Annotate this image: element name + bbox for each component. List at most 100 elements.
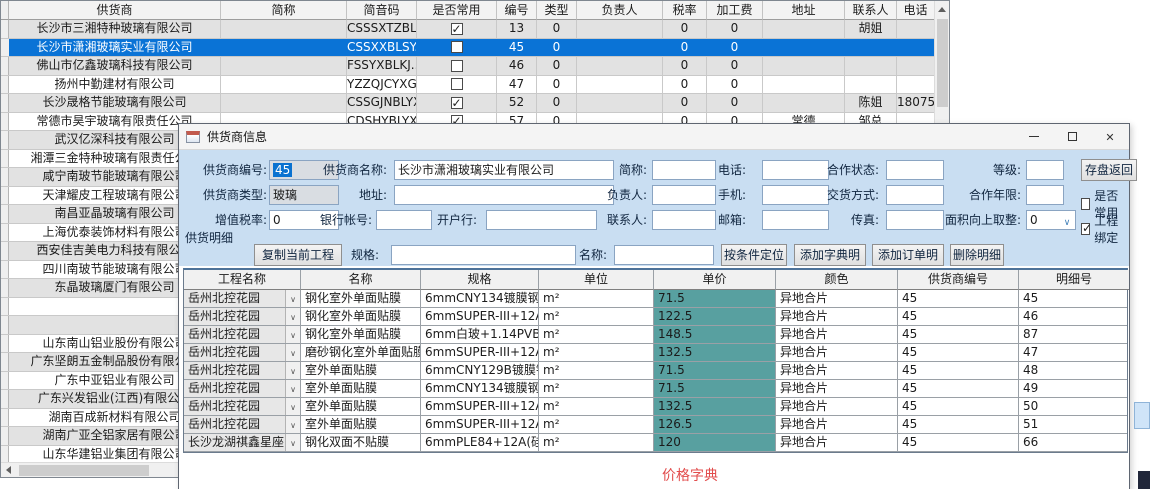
col-header-address[interactable]: 地址 — [763, 1, 845, 20]
project-combobox[interactable]: 岳州北控花园 — [184, 308, 301, 325]
col-header-phone[interactable]: 电话 — [897, 1, 934, 20]
cell-manager — [577, 94, 663, 112]
add-order-detail-button[interactable]: 添加订单明细 — [872, 244, 944, 266]
chevron-down-icon[interactable] — [285, 416, 300, 433]
supplier-row[interactable]: 长沙市潇湘玻璃实业有限公司 CSSXXBLSY... 45 0 0 0 — [1, 39, 949, 58]
cell-abbr — [221, 39, 347, 57]
col-header-type[interactable]: 类型 — [537, 1, 577, 20]
project-combobox[interactable]: 长沙龙湖祺鑫星座 — [184, 434, 301, 451]
col-header-supplier[interactable]: 供货商 — [9, 1, 221, 20]
common-checkbox[interactable] — [451, 60, 463, 72]
detail-row[interactable]: 岳州北控花园 磨砂钢化室外单面贴膜 6mmSUPER-III+12A(硅... … — [184, 344, 1127, 362]
detail-col-name[interactable]: 名称 — [301, 270, 421, 290]
col-header-fee[interactable]: 加工费 — [707, 1, 763, 20]
row-header — [1, 261, 9, 279]
col-header-tax[interactable]: 税率 — [663, 1, 707, 20]
grade-input[interactable] — [1026, 160, 1064, 180]
project-combobox[interactable]: 岳州北控花园 — [184, 398, 301, 415]
common-checkbox[interactable] — [451, 23, 463, 35]
cell-detail-color: 异地合片 — [776, 290, 898, 307]
col-header-common[interactable]: 是否常用 — [417, 1, 497, 20]
row-header — [1, 131, 9, 149]
chevron-down-icon[interactable] — [285, 380, 300, 397]
copy-current-project-button[interactable]: 复制当前工程 — [254, 244, 342, 266]
project-binding-checkbox[interactable]: 工程绑定 — [1081, 212, 1129, 246]
supplier-no-label: 供货商编号: — [187, 159, 267, 181]
detail-col-project[interactable]: 工程名称 — [184, 270, 301, 290]
detail-col-supplier-id[interactable]: 供货商编号 — [898, 270, 1019, 290]
cell-address — [763, 39, 845, 57]
maximize-button[interactable] — [1053, 124, 1091, 149]
detail-row[interactable]: 长沙龙湖祺鑫星座 钢化双面不贴膜 6mmPLE84+12A(硅酮胶... m² … — [184, 434, 1127, 452]
bank-account-input[interactable] — [376, 210, 432, 230]
cell-detail-spec: 6mmPLE84+12A(硅酮胶... — [421, 434, 539, 451]
cell-tax: 0 — [663, 20, 707, 38]
add-dictionary-detail-button[interactable]: 添加字典明细 — [794, 244, 866, 266]
cell-address — [763, 20, 845, 38]
chevron-down-icon[interactable] — [285, 308, 300, 325]
cell-detail-no: 46 — [1019, 308, 1129, 325]
close-button[interactable] — [1091, 124, 1129, 149]
col-header-contact[interactable]: 联系人 — [845, 1, 897, 20]
project-combobox[interactable]: 岳州北控花园 — [184, 380, 301, 397]
minimize-button[interactable] — [1015, 124, 1053, 149]
project-combobox[interactable]: 岳州北控花园 — [184, 290, 301, 307]
detail-row[interactable]: 岳州北控花园 室外单面贴膜 6mmSUPER-III+12A(硅... m² 1… — [184, 398, 1127, 416]
detail-row[interactable]: 岳州北控花园 钢化室外单面贴膜 6mmCNY134镀膜钢化 m² 71.5 异地… — [184, 290, 1127, 308]
project-combobox[interactable]: 岳州北控花园 — [184, 362, 301, 379]
name-filter-input[interactable] — [614, 245, 714, 265]
cell-detail-unit: m² — [539, 344, 654, 361]
cell-fee: 0 — [707, 57, 763, 75]
chevron-down-icon[interactable] — [285, 290, 300, 307]
detail-row[interactable]: 岳州北控花园 钢化室外单面贴膜 6mmSUPER-III+12A(硅... m²… — [184, 308, 1127, 326]
detail-col-color[interactable]: 颜色 — [776, 270, 898, 290]
scroll-up-icon[interactable] — [938, 7, 946, 12]
supplier-row[interactable]: 佛山市亿鑫玻璃科技有限公司 FSSYXBLKJ... 46 0 0 0 — [1, 57, 949, 76]
cell-pinyin-code: FSSYXBLKJ... — [347, 57, 417, 75]
detail-col-detail-no[interactable]: 明细号 — [1019, 270, 1129, 290]
locate-by-condition-button[interactable]: 按条件定位 — [721, 244, 787, 266]
common-checkbox[interactable] — [451, 78, 463, 90]
cell-detail-supplier-id: 45 — [898, 398, 1019, 415]
common-checkbox[interactable] — [451, 41, 463, 53]
col-header-pinyin-code[interactable]: 简音码 — [347, 1, 417, 20]
detail-row[interactable]: 岳州北控花园 室外单面贴膜 6mmCNY134镀膜钢化 m² 71.5 异地合片… — [184, 380, 1127, 398]
chevron-down-icon[interactable] — [285, 362, 300, 379]
project-combobox[interactable]: 岳州北控花园 — [184, 326, 301, 343]
save-return-button[interactable]: 存盘返回 — [1081, 159, 1137, 181]
project-combobox[interactable]: 岳州北控花园 — [184, 416, 301, 433]
scroll-left-icon[interactable] — [6, 466, 11, 474]
col-header-manager[interactable]: 负责人 — [577, 1, 663, 20]
cell-type: 0 — [537, 39, 577, 57]
detail-row[interactable]: 岳州北控花园 室外单面贴膜 6mmCNY129B镀膜钢化 m² 71.5 异地合… — [184, 362, 1127, 380]
cell-detail-spec: 6mmCNY129B镀膜钢化 — [421, 362, 539, 379]
chevron-down-icon[interactable] — [285, 344, 300, 361]
detail-col-spec[interactable]: 规格 — [421, 270, 539, 290]
chevron-down-icon[interactable] — [285, 326, 300, 343]
detail-row[interactable]: 岳州北控花园 室外单面贴膜 6mmSUPER-III+12A(硅... m² 1… — [184, 416, 1127, 434]
area-rounding-dropdown[interactable]: 0 — [1026, 210, 1076, 230]
col-header-id[interactable]: 编号 — [497, 1, 537, 20]
coop-years-input[interactable] — [1026, 185, 1064, 205]
cell-phone: 180751 — [897, 94, 934, 112]
dialog-titlebar[interactable]: 供货商信息 — [179, 124, 1129, 150]
supplier-row[interactable]: 扬州中勤建材有限公司 YZZQJCYXGS 47 0 0 0 — [1, 76, 949, 95]
chevron-down-icon[interactable] — [285, 398, 300, 415]
spec-filter-input[interactable] — [391, 245, 576, 265]
common-checkbox[interactable] — [451, 97, 463, 109]
supplier-row[interactable]: 长沙晟格节能玻璃有限公司 CSSGJNBLYXGS 52 0 0 0 陈姐 18… — [1, 94, 949, 113]
cell-phone — [897, 76, 934, 94]
horizontal-scroll-thumb[interactable] — [19, 465, 149, 476]
col-header-abbr[interactable]: 简称 — [221, 1, 347, 20]
delete-detail-button[interactable]: 删除明细 — [950, 244, 1004, 266]
supplier-row[interactable]: 长沙市三湘特种玻璃有限公司 CSSSXTZBL... 13 0 0 0 胡姐 — [1, 20, 949, 39]
cell-address — [763, 94, 845, 112]
chevron-down-icon[interactable] — [285, 434, 300, 451]
detail-col-price[interactable]: 单价 — [654, 270, 776, 290]
cell-supplier: 长沙市潇湘玻璃实业有限公司 — [9, 39, 221, 57]
vertical-scroll-thumb[interactable] — [937, 19, 948, 107]
row-header — [1, 20, 9, 38]
detail-row[interactable]: 岳州北控花园 钢化室外单面贴膜 6mm白玻+1.14PVB+6mm... m² … — [184, 326, 1127, 344]
project-combobox[interactable]: 岳州北控花园 — [184, 344, 301, 361]
detail-col-unit[interactable]: 单位 — [539, 270, 654, 290]
